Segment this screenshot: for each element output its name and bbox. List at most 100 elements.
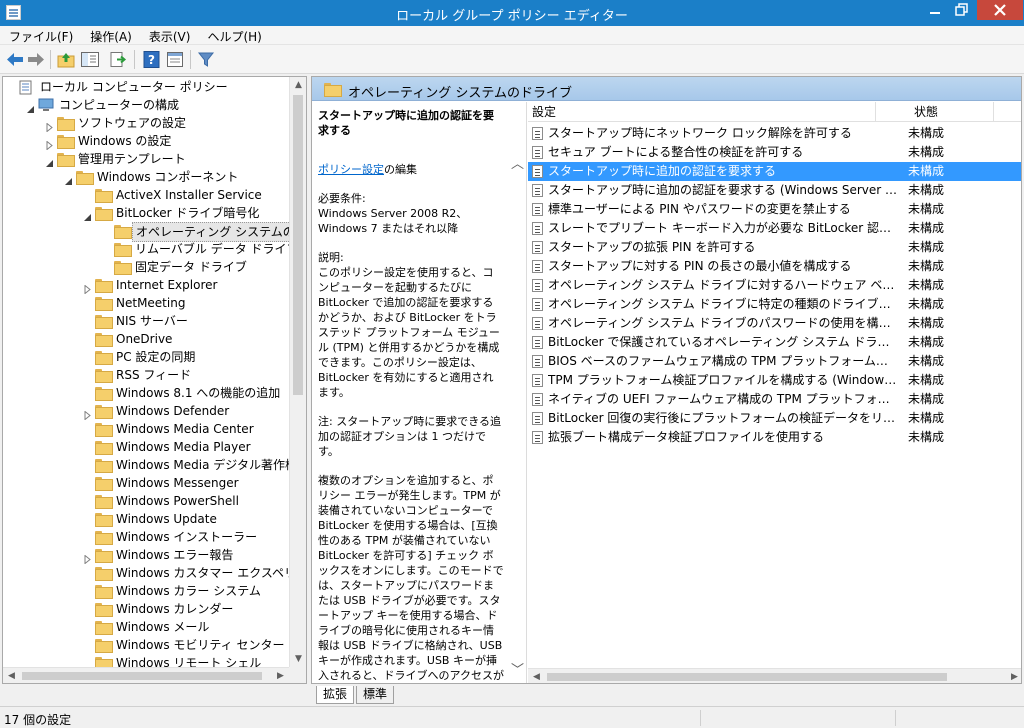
maximize-button[interactable] bbox=[949, 0, 975, 20]
tree-item[interactable]: Windows Media デジタル著作権管理 bbox=[3, 456, 306, 474]
tree-expanded-arrow-icon[interactable] bbox=[83, 209, 92, 221]
scroll-thumb[interactable] bbox=[547, 673, 947, 681]
help-icon[interactable]: ? bbox=[142, 50, 162, 69]
tree-item[interactable]: Windows カレンダー bbox=[3, 600, 293, 618]
scroll-thumb[interactable] bbox=[22, 672, 262, 680]
scroll-thumb[interactable] bbox=[293, 95, 303, 395]
table-row[interactable]: オペレーティング システム ドライブのパスワードの使用を構成する 未構成 bbox=[528, 314, 1021, 333]
column-header-state[interactable]: 状態 bbox=[876, 102, 994, 122]
tree-collapsed-arrow-icon[interactable] bbox=[83, 551, 92, 565]
tab-standard[interactable]: 標準 bbox=[356, 686, 394, 704]
list-horizontal-scrollbar[interactable]: ◀ ▶ bbox=[528, 668, 1021, 683]
tree-item[interactable]: 管理用テンプレート bbox=[3, 150, 293, 168]
tree-item[interactable]: Windows エラー報告 bbox=[3, 546, 293, 565]
edit-policy-link[interactable]: ポリシー設定 bbox=[318, 163, 384, 176]
folder-icon bbox=[95, 495, 113, 509]
tree-item[interactable]: Windows コンポーネント bbox=[3, 168, 293, 186]
table-row[interactable]: スタートアップの拡張 PIN を許可する 未構成 bbox=[528, 238, 1021, 257]
tree-item[interactable]: OneDrive bbox=[3, 330, 293, 348]
tree-item[interactable]: Windows カラー システム bbox=[3, 582, 293, 600]
folder-icon bbox=[324, 83, 342, 97]
tree-collapsed-arrow-icon[interactable] bbox=[83, 281, 92, 295]
tab-extended[interactable]: 拡張 bbox=[316, 686, 354, 704]
table-row[interactable]: 標準ユーザーによる PIN やパスワードの変更を禁止する 未構成 bbox=[528, 200, 1021, 219]
minimize-button[interactable] bbox=[922, 0, 948, 20]
tree-expanded-arrow-icon[interactable] bbox=[64, 173, 73, 185]
more-text: 複数のオプションを追加すると、ポリシー エラーが発生します。TPM が装備されて… bbox=[318, 474, 505, 682]
export-list-icon[interactable] bbox=[108, 50, 128, 69]
tree-expanded-arrow-icon[interactable] bbox=[26, 101, 35, 113]
tree-item[interactable]: ローカル コンピューター ポリシー bbox=[3, 78, 293, 96]
tree-item[interactable]: Windows Defender bbox=[3, 402, 293, 421]
tree-item[interactable]: RSS フィード bbox=[3, 366, 293, 384]
tree-item-label: 管理用テンプレート bbox=[78, 152, 186, 166]
tree-collapsed-arrow-icon[interactable] bbox=[45, 119, 54, 133]
table-row[interactable]: オペレーティング システム ドライブに特定の種類のドライブ暗号化を... 未構成 bbox=[528, 295, 1021, 314]
menu-action[interactable]: 操作(A) bbox=[81, 26, 140, 45]
tree-item[interactable]: Windows Media Center bbox=[3, 420, 293, 438]
tree-item[interactable]: リムーバブル データ ドライブ bbox=[3, 240, 299, 258]
table-row[interactable]: スタートアップ時にネットワーク ロック解除を許可する 未構成 bbox=[528, 124, 1021, 143]
menu-file[interactable]: ファイル(F) bbox=[0, 26, 81, 45]
table-row[interactable]: BitLocker で保護されているオペレーティング システム ドライブの回..… bbox=[528, 333, 1021, 352]
table-row[interactable]: スレートでプリブート キーボード入力が必要な BitLocker 認証を... 未… bbox=[528, 219, 1021, 238]
tree-item[interactable]: BitLocker ドライブ暗号化 bbox=[3, 204, 293, 222]
column-header-extra[interactable] bbox=[994, 102, 1021, 122]
scroll-right-arrow-icon[interactable]: ▶ bbox=[1006, 669, 1021, 683]
table-row[interactable]: BitLocker 回復の実行後にプラットフォームの検証データをリセット... 未… bbox=[528, 409, 1021, 428]
tree-item[interactable]: オペレーティング システムのドライブ bbox=[3, 222, 306, 242]
menu-view[interactable]: 表示(V) bbox=[140, 26, 199, 45]
tree-collapsed-arrow-icon[interactable] bbox=[83, 407, 92, 421]
tree-item[interactable]: Windows カスタマー エクスペリエンス向 bbox=[3, 564, 306, 582]
up-folder-icon[interactable] bbox=[56, 50, 76, 69]
table-row[interactable]: TPM プラットフォーム検証プロファイルを構成する (Windows Vist.… bbox=[528, 371, 1021, 390]
tree-expanded-arrow-icon[interactable] bbox=[45, 155, 54, 167]
table-row[interactable]: BIOS ベースのファームウェア構成の TPM プラットフォーム検証プロ... 未… bbox=[528, 352, 1021, 371]
filter-icon[interactable] bbox=[196, 50, 216, 69]
scroll-left-arrow-icon[interactable]: ◀ bbox=[3, 668, 20, 683]
table-row[interactable]: スタートアップ時に追加の認証を要求する 未構成 bbox=[528, 162, 1021, 181]
table-row[interactable]: セキュア ブートによる整合性の検証を許可する 未構成 bbox=[528, 143, 1021, 162]
close-button[interactable] bbox=[977, 0, 1023, 20]
table-row[interactable]: スタートアップに対する PIN の長さの最小値を構成する 未構成 bbox=[528, 257, 1021, 276]
table-row[interactable]: 拡張ブート構成データ検証プロファイルを使用する 未構成 bbox=[528, 428, 1021, 447]
tree-vertical-scrollbar[interactable]: ▲ ▼ bbox=[289, 77, 306, 668]
tree-item[interactable]: PC 設定の同期 bbox=[3, 348, 293, 366]
back-arrow-icon[interactable] bbox=[5, 50, 25, 69]
show-hide-tree-icon[interactable] bbox=[80, 50, 100, 69]
scroll-up-arrow-icon[interactable]: ▲ bbox=[290, 77, 306, 94]
tree-item[interactable]: Windows Update bbox=[3, 510, 293, 528]
tree-item[interactable]: Windows Messenger bbox=[3, 474, 293, 492]
tree-item[interactable]: ActiveX Installer Service bbox=[3, 186, 293, 204]
tree-item[interactable]: NIS サーバー bbox=[3, 312, 293, 330]
tree-item[interactable]: 固定データ ドライブ bbox=[3, 258, 293, 276]
tree-item[interactable]: Internet Explorer bbox=[3, 276, 293, 295]
properties-icon[interactable] bbox=[165, 50, 185, 69]
scroll-down-arrow-icon[interactable]: ▼ bbox=[290, 651, 306, 668]
table-row[interactable]: スタートアップ時に追加の認証を要求する (Windows Server 20..… bbox=[528, 181, 1021, 200]
tree-item[interactable]: Windows モビリティ センター bbox=[3, 636, 293, 654]
tree-item[interactable]: Windows メール bbox=[3, 618, 293, 636]
tree-horizontal-scrollbar[interactable]: ◀ ▶ bbox=[3, 667, 289, 683]
tree-item[interactable]: NetMeeting bbox=[3, 294, 293, 312]
scroll-up-chevron-icon[interactable]: ︿ bbox=[509, 156, 526, 173]
setting-state: 未構成 bbox=[908, 145, 945, 159]
column-header-setting[interactable]: 設定 bbox=[528, 102, 876, 122]
tree-item[interactable]: Windows Media Player bbox=[3, 438, 293, 456]
forward-arrow-icon[interactable] bbox=[26, 50, 46, 69]
table-row[interactable]: ネイティブの UEFI ファームウェア構成の TPM プラットフォーム検証...… bbox=[528, 390, 1021, 409]
menu-help[interactable]: ヘルプ(H) bbox=[198, 26, 269, 45]
tree-item[interactable]: コンピューターの構成 bbox=[3, 96, 293, 114]
table-row[interactable]: オペレーティング システム ドライブに対するハードウェア ベースの暗号... 未構… bbox=[528, 276, 1021, 295]
description-panel: スタートアップ時に追加の認証を要求する ポリシー設定の編集 必要条件: Wind… bbox=[312, 102, 527, 683]
tree-item[interactable]: Windows 8.1 への機能の追加 bbox=[3, 384, 293, 402]
scroll-left-arrow-icon[interactable]: ◀ bbox=[528, 669, 545, 683]
tree-item[interactable]: Windows PowerShell bbox=[3, 492, 293, 510]
scroll-down-chevron-icon[interactable]: ﹀ bbox=[509, 662, 526, 679]
tree-item[interactable]: ソフトウェアの設定 bbox=[3, 114, 293, 133]
scroll-right-arrow-icon[interactable]: ▶ bbox=[272, 668, 289, 683]
tree-collapsed-arrow-icon[interactable] bbox=[45, 137, 54, 151]
description-scrollbar[interactable]: ︿ ﹀ bbox=[509, 102, 526, 683]
tree-item[interactable]: Windows の設定 bbox=[3, 132, 293, 151]
tree-item[interactable]: Windows インストーラー bbox=[3, 528, 293, 546]
